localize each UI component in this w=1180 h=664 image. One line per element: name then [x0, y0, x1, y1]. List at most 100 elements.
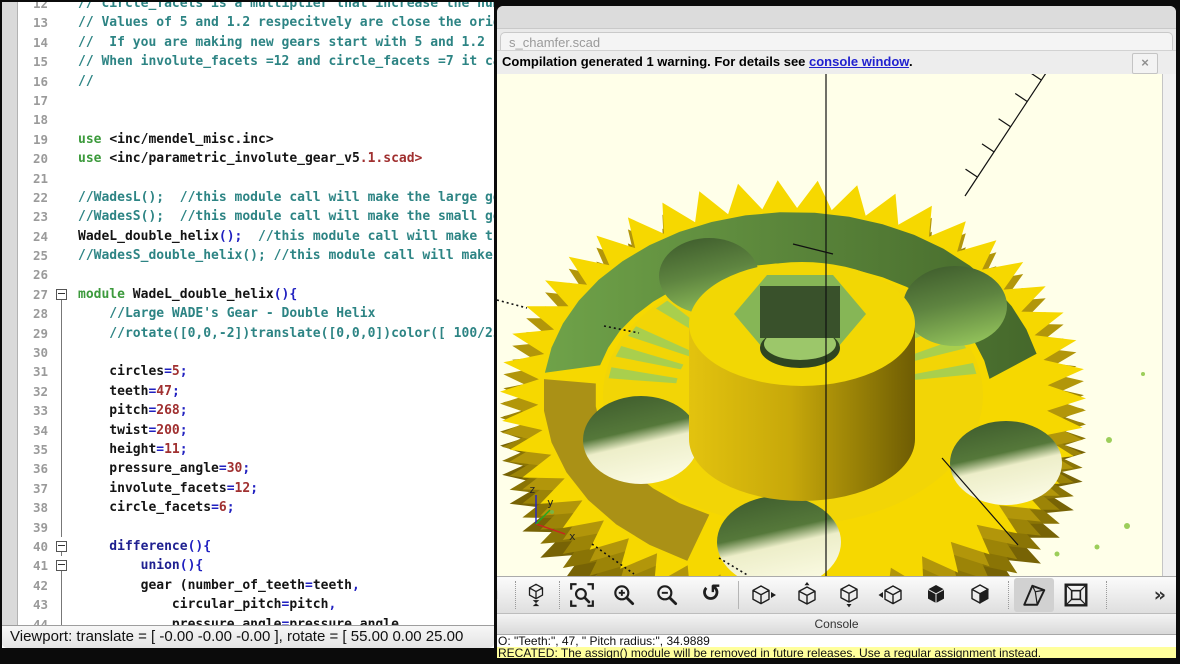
fold-margin: [54, 324, 70, 343]
code-line-13[interactable]: 13// Values of 5 and 1.2 respecitvely ar…: [18, 13, 494, 32]
fold-toggle-icon[interactable]: [54, 537, 70, 556]
code-line-35[interactable]: 35 height=11;: [18, 440, 494, 459]
viewport-status-bar: Viewport: translate = [ -0.00 -0.00 -0.0…: [2, 625, 494, 648]
view-right-icon[interactable]: [749, 582, 777, 608]
view-left-icon[interactable]: [878, 582, 906, 608]
code-text: difference(){: [78, 537, 211, 556]
fold-margin: [54, 382, 70, 401]
code-text: involute_facets=12;: [78, 479, 258, 498]
code-text: pressure_angle=30;: [78, 459, 250, 478]
code-line-21[interactable]: 21: [18, 169, 494, 188]
view-diagonal-icon[interactable]: [922, 582, 950, 608]
code-line-18[interactable]: 18: [18, 110, 494, 129]
line-number: 26: [18, 265, 54, 284]
code-text: //WadesS_double_helix(); //this module c…: [78, 246, 494, 265]
tab-filename[interactable]: s_chamfer.scad: [500, 32, 1173, 51]
fold-margin: [54, 576, 70, 595]
window-titlebar[interactable]: [497, 6, 1176, 29]
code-line-22[interactable]: 22//WadesL(); //this module call will ma…: [18, 188, 494, 207]
fold-margin: [54, 459, 70, 478]
code-line-32[interactable]: 32 teeth=47;: [18, 382, 494, 401]
zoom-out-icon[interactable]: [653, 582, 681, 608]
code-line-25[interactable]: 25 //WadesS_double_helix(); //this module…: [18, 246, 494, 265]
openscad-window[interactable]: s_chamfer.scad Compilation generated 1 w…: [497, 6, 1176, 658]
view-toolbar: ↺: [497, 576, 1176, 614]
code-line-19[interactable]: 19use <inc/mendel_misc.inc>: [18, 130, 494, 149]
code-text: teeth=47;: [78, 382, 180, 401]
code-line-33[interactable]: 33 pitch=268;: [18, 401, 494, 420]
console-output[interactable]: O: "Teeth:", 47, " Pitch radius:", 34.98…: [497, 635, 1176, 658]
view-all-icon[interactable]: [522, 582, 550, 608]
fold-margin: [54, 169, 70, 188]
zoom-window-icon[interactable]: [568, 582, 596, 608]
viewport-right-scrollbar[interactable]: [1162, 74, 1176, 576]
code-line-31[interactable]: 31 circles=5;: [18, 362, 494, 381]
fold-margin: [54, 304, 70, 323]
code-line-15[interactable]: 15// When involute_facets =12 and circle…: [18, 52, 494, 71]
fold-margin: [54, 498, 70, 517]
editor-scrollbar[interactable]: [2, 2, 18, 625]
code-line-26[interactable]: 26: [18, 265, 494, 284]
fold-margin: [54, 595, 70, 614]
code-line-28[interactable]: 28 //Large WADE's Gear - Double Helix: [18, 304, 494, 323]
view-top-icon[interactable]: [793, 582, 821, 608]
code-line-39[interactable]: 39: [18, 518, 494, 537]
line-number: 42: [18, 576, 54, 595]
code-line-43[interactable]: 43 circular_pitch=pitch,: [18, 595, 494, 614]
code-line-27[interactable]: 27module WadeL_double_helix(){: [18, 285, 494, 304]
fold-margin: [54, 265, 70, 284]
code-line-37[interactable]: 37 involute_facets=12;: [18, 479, 494, 498]
orthogonal-icon[interactable]: [1062, 582, 1090, 608]
fold-margin: [54, 401, 70, 420]
code-line-16[interactable]: 16//: [18, 72, 494, 91]
line-number: 40: [18, 537, 54, 556]
fold-margin: [54, 440, 70, 459]
code-line-34[interactable]: 34 twist=200;: [18, 421, 494, 440]
fold-toggle-icon[interactable]: [54, 556, 70, 575]
zoom-in-icon[interactable]: [610, 582, 638, 608]
code-text: //WadesL(); //this module call will make…: [78, 188, 494, 207]
hidden-edge-icon[interactable]: [497, 582, 503, 608]
3d-viewport[interactable]: z y x: [497, 74, 1176, 576]
code-line-42[interactable]: 42 gear (number_of_teeth=teeth,: [18, 576, 494, 595]
code-text: // Values of 5 and 1.2 respecitvely are …: [78, 13, 494, 32]
console-window-link[interactable]: console window: [809, 54, 909, 69]
code-text: //rotate([0,0,-2])translate([0,0,0])colo…: [78, 324, 494, 343]
close-icon[interactable]: ×: [1132, 53, 1158, 74]
code-editor-window[interactable]: 12// circle_facets is a multiplier that …: [2, 2, 494, 648]
code-line-38[interactable]: 38 circle_facets=6;: [18, 498, 494, 517]
line-number: 36: [18, 459, 54, 478]
code-line-12[interactable]: 12// circle_facets is a multiplier that …: [18, 2, 494, 13]
fold-margin: [54, 52, 70, 71]
y-axis-line: [536, 510, 550, 524]
toolbar-more-icon[interactable]: »: [1154, 581, 1166, 609]
code-lines[interactable]: 12// circle_facets is a multiplier that …: [18, 2, 494, 648]
reset-view-icon[interactable]: ↺: [697, 582, 725, 608]
code-line-29[interactable]: 29 //rotate([0,0,-2])translate([0,0,0])c…: [18, 324, 494, 343]
perspective-icon[interactable]: [1020, 582, 1048, 608]
code-line-36[interactable]: 36 pressure_angle=30;: [18, 459, 494, 478]
line-number: 24: [18, 227, 54, 246]
code-line-20[interactable]: 20use <inc/parametric_involute_gear_v5.1…: [18, 149, 494, 168]
line-number: 20: [18, 149, 54, 168]
code-line-24[interactable]: 24WadeL_double_helix(); //this module ca…: [18, 227, 494, 246]
line-number: 25: [18, 246, 54, 265]
fold-margin: [54, 343, 70, 362]
code-text: height=11;: [78, 440, 188, 459]
code-line-40[interactable]: 40 difference(){: [18, 537, 494, 556]
code-line-41[interactable]: 41 union(){: [18, 556, 494, 575]
code-line-17[interactable]: 17: [18, 91, 494, 110]
view-center-icon[interactable]: [966, 582, 994, 608]
fold-toggle-icon[interactable]: [54, 285, 70, 304]
y-axis-label: y: [547, 496, 554, 509]
view-bottom-icon[interactable]: [835, 582, 863, 608]
code-line-14[interactable]: 14// If you are making new gears start w…: [18, 33, 494, 52]
console-panel-header[interactable]: Console: [497, 613, 1176, 635]
code-line-30[interactable]: 30: [18, 343, 494, 362]
fold-margin: [54, 421, 70, 440]
fold-margin: [54, 227, 70, 246]
line-number: 12: [18, 2, 54, 13]
fold-margin: [54, 149, 70, 168]
line-number: 33: [18, 401, 54, 420]
code-line-23[interactable]: 23//WadesS(); //this module call will ma…: [18, 207, 494, 226]
